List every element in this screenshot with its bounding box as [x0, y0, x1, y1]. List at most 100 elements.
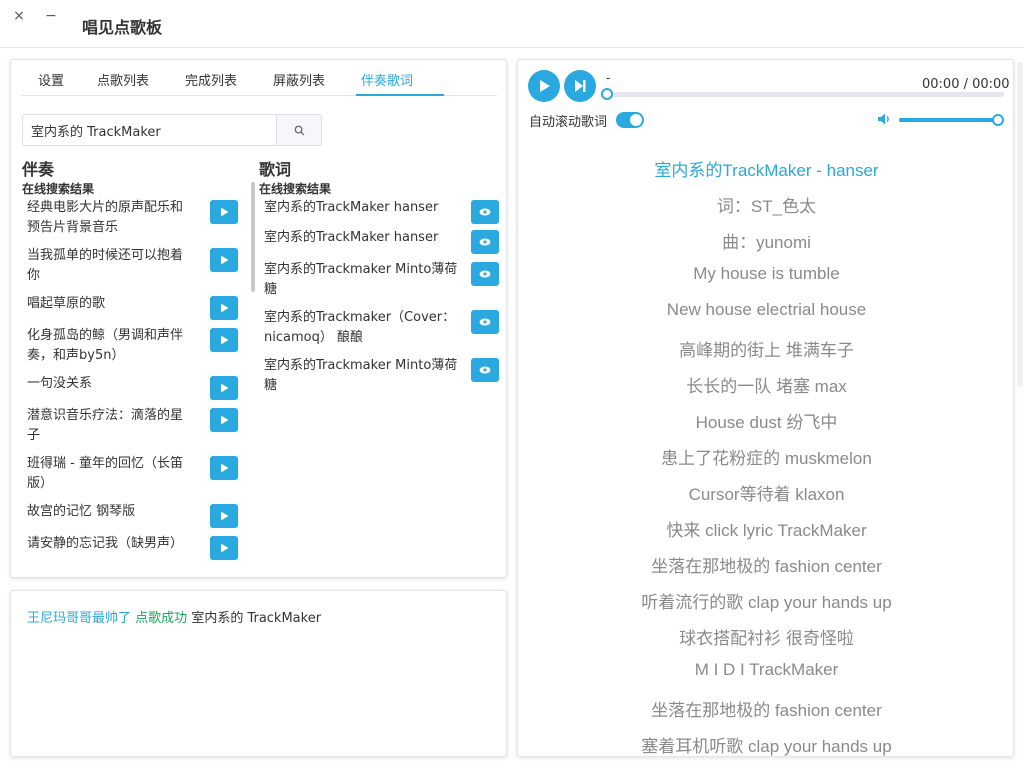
lyrics-result-title: 室内系的TrackMaker hanser — [264, 198, 464, 218]
lyric-line: 曲：yunomi — [722, 233, 811, 252]
request-log-panel: 王尼玛哥哥最帅了 点歌成功 室内系的 TrackMaker — [10, 590, 507, 757]
autoscroll-toggle[interactable] — [616, 112, 644, 128]
accompaniment-item-title: 一句没关系 — [27, 374, 202, 394]
search-panel: 设置 点歌列表 完成列表 屏蔽列表 伴奏歌词 伴奏 在线搜索结果 经典电影大片的… — [10, 59, 507, 578]
play-accompaniment-button[interactable] — [210, 200, 238, 224]
accompaniment-title: 伴奏 — [22, 160, 55, 179]
preview-lyrics-button[interactable] — [471, 200, 499, 224]
app-title: 唱见点歌板 — [82, 18, 163, 37]
tab-request-list[interactable]: 点歌列表 — [97, 70, 149, 89]
lyric-line: 长长的一队 堵塞 max — [686, 377, 847, 396]
accompaniment-item: 班得瑞 - 童年的回忆（长笛 版） — [22, 454, 247, 496]
accompaniment-item: 化身孤岛的鲸（男调和声伴 奏，和声by5n） — [22, 326, 247, 368]
play-accompaniment-button[interactable] — [210, 536, 238, 560]
item-line: 故宫的记忆 钢琴版 — [27, 504, 136, 519]
accompaniment-item-title: 经典电影大片的原声配乐和 预告片背景音乐 — [27, 198, 202, 238]
title-bar: × − 唱见点歌板 — [0, 0, 1024, 48]
lyric-line: 塞着耳机听歌 clap your hands up — [641, 737, 892, 756]
lyrics-result-item: 室内系的TrackMaker hanser — [259, 228, 499, 254]
play-accompaniment-button[interactable] — [210, 248, 238, 272]
item-line: 潜意识音乐疗法：滴落的星 — [27, 408, 184, 423]
tab-settings[interactable]: 设置 — [38, 70, 64, 89]
search-icon — [294, 125, 304, 135]
play-icon — [220, 415, 228, 425]
preview-lyrics-button[interactable] — [471, 262, 499, 286]
lyrics-search-list: 室内系的TrackMaker hanser 室内系的TrackMaker hans… — [259, 198, 499, 408]
window-scrollbar[interactable] — [1017, 62, 1023, 387]
preview-lyrics-button[interactable] — [471, 230, 499, 254]
track-name: - — [606, 71, 611, 85]
eye-icon — [479, 318, 491, 326]
item-line: 室内系的Trackmaker Minto薄荷 — [264, 358, 458, 373]
tab-finished-list[interactable]: 完成列表 — [185, 70, 237, 89]
play-accompaniment-button[interactable] — [210, 456, 238, 480]
lyric-line: New house electrial house — [666, 300, 867, 319]
lyrics-player-panel: - 00:00 / 00:00 自动滚动歌词 室内系的TrackMaker - … — [517, 59, 1014, 757]
accompaniment-scrollbar[interactable] — [251, 182, 255, 292]
play-accompaniment-button[interactable] — [210, 328, 238, 352]
lyric-line: My house is tumble — [693, 264, 840, 283]
play-icon — [540, 80, 550, 92]
search-button[interactable] — [276, 114, 322, 146]
lyric-line: 坐落在那地极的 fashion center — [651, 701, 882, 720]
autoscroll-label: 自动滚动歌词 — [529, 115, 608, 130]
volume-icon[interactable] — [877, 112, 893, 126]
accompaniment-subtitle: 在线搜索结果 — [22, 182, 95, 196]
eye-icon — [479, 366, 491, 374]
play-accompaniment-button[interactable] — [210, 376, 238, 400]
volume-handle[interactable] — [992, 114, 1004, 126]
search-input[interactable] — [22, 114, 277, 146]
accompaniment-item: 潜意识音乐疗法：滴落的星子 — [22, 406, 247, 448]
progress-bar[interactable] — [606, 92, 1004, 97]
item-line: 子 — [27, 428, 41, 443]
tab-bar: 设置 点歌列表 完成列表 屏蔽列表 伴奏歌词 — [21, 66, 497, 96]
lyrics-result-item: 室内系的TrackMaker hanser — [259, 198, 499, 224]
time-display: 00:00 / 00:00 — [922, 77, 1010, 92]
lyrics-result-title: 室内系的TrackMaker hanser — [264, 228, 464, 248]
item-line: 化身孤岛的鲸（男调和声伴 — [27, 328, 184, 343]
accompaniment-item-title: 化身孤岛的鲸（男调和声伴 奏，和声by5n） — [27, 326, 202, 366]
accompaniment-list: 经典电影大片的原声配乐和 预告片背景音乐当我孤单的时候还可以抱着你唱起草原的歌化身… — [22, 198, 247, 568]
close-icon[interactable]: × — [11, 8, 27, 24]
play-button[interactable] — [528, 70, 560, 102]
lyrics-result-item: 室内系的Trackmaker Minto薄荷糖 — [259, 356, 499, 398]
lyrics-result-item: 室内系的Trackmaker（Cover： nicamoq） 酿酿 — [259, 308, 499, 350]
play-accompaniment-button[interactable] — [210, 296, 238, 320]
item-line: 室内系的TrackMaker hanser — [264, 230, 439, 245]
play-icon — [220, 511, 228, 521]
lyric-line: Cursor等待着 klaxon — [688, 485, 845, 504]
progress-handle[interactable] — [601, 88, 613, 100]
accompaniment-item-title: 故宫的记忆 钢琴版 — [27, 502, 202, 522]
play-icon — [220, 335, 228, 345]
preview-lyrics-button[interactable] — [471, 358, 499, 382]
tab-accompaniment-lyrics[interactable]: 伴奏歌词 — [361, 70, 413, 89]
item-line: 唱起草原的歌 — [27, 296, 106, 311]
item-line: 室内系的Trackmaker（Cover： — [264, 310, 456, 325]
accompaniment-item: 当我孤单的时候还可以抱着你 — [22, 246, 247, 288]
eye-icon — [479, 270, 491, 278]
play-accompaniment-button[interactable] — [210, 408, 238, 432]
next-button[interactable] — [564, 70, 596, 102]
eye-icon — [479, 238, 491, 246]
item-line: 糖 — [264, 378, 278, 393]
play-icon — [220, 543, 228, 553]
accompaniment-item-title: 唱起草原的歌 — [27, 294, 202, 314]
volume-slider[interactable] — [899, 118, 999, 122]
play-icon — [220, 207, 228, 217]
item-line: 室内系的Trackmaker Minto薄荷 — [264, 262, 458, 277]
item-line: 糖 — [264, 282, 278, 297]
lyrics-result-item: 室内系的Trackmaker Minto薄荷糖 — [259, 260, 499, 302]
log-user: 王尼玛哥哥最帅了 — [27, 611, 132, 626]
preview-lyrics-button[interactable] — [471, 310, 499, 334]
lyrics-search-title: 歌词 — [259, 160, 292, 179]
accompaniment-item-title: 班得瑞 - 童年的回忆（长笛 版） — [27, 454, 202, 494]
play-accompaniment-button[interactable] — [210, 504, 238, 528]
item-line: 当我孤单的时候还可以抱着 — [27, 248, 184, 263]
accompaniment-item: 故宫的记忆 钢琴版 — [22, 502, 247, 528]
minimize-icon[interactable]: − — [43, 8, 59, 24]
tab-blocked-list[interactable]: 屏蔽列表 — [273, 70, 325, 89]
item-line: 请安静的忘记我（缺男声） — [27, 536, 184, 551]
item-line: nicamoq） 酿酿 — [264, 330, 363, 345]
item-line: 一句没关系 — [27, 376, 93, 391]
skip-next-icon — [575, 80, 586, 92]
